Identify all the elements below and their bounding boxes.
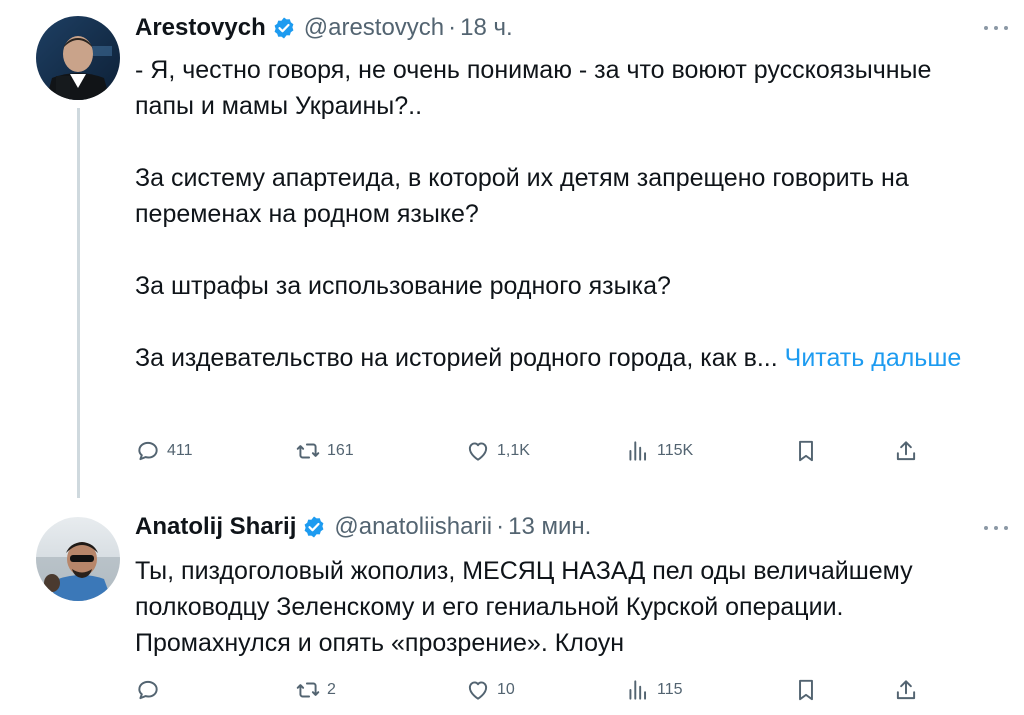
- share-button[interactable]: [893, 675, 925, 705]
- reply-icon: [138, 680, 158, 700]
- verified-badge-icon: [304, 516, 324, 538]
- views-chart-icon: [629, 441, 647, 461]
- views-button[interactable]: 115K: [625, 436, 693, 466]
- retweet-count: 161: [327, 442, 354, 459]
- reply-icon: [138, 441, 158, 461]
- paragraph: - Я, честно говоря, не очень понимаю - з…: [135, 56, 932, 120]
- action-bar: 2 10 115: [135, 675, 935, 705]
- timestamp[interactable]: 18 ч.: [460, 13, 513, 43]
- views-count: 115: [657, 681, 683, 698]
- thread-line: [77, 108, 80, 498]
- like-count: 10: [497, 681, 515, 698]
- tweet-header: Anatolij Sharij @anatoliisharii · 13 мин…: [135, 512, 591, 542]
- avatar-image: [36, 517, 120, 601]
- bookmark-button[interactable]: [793, 436, 825, 466]
- tweet-header: Arestovych @arestovych · 18 ч.: [135, 13, 513, 43]
- heart-icon: [468, 681, 488, 700]
- handle[interactable]: @arestovych: [304, 13, 444, 43]
- retweet-button[interactable]: 2: [295, 675, 336, 705]
- more-options-icon[interactable]: [980, 518, 1012, 538]
- paragraph: За штрафы за использование родного языка…: [135, 272, 671, 300]
- paragraph: Ты, пиздоголовый жополиз, МЕСЯЦ НАЗАД пе…: [135, 557, 913, 657]
- tweet-text: - Я, честно говоря, не очень понимаю - з…: [135, 52, 995, 376]
- action-bar: 411 161 1,1K 115K: [135, 436, 935, 466]
- retweet-count: 2: [327, 681, 336, 698]
- paragraph-truncated: За издевательство на историей родного го…: [135, 340, 995, 376]
- share-button[interactable]: [893, 436, 925, 466]
- paragraph: За систему апартеида, в которой их детям…: [135, 164, 909, 228]
- read-more-link[interactable]: Читать дальше: [785, 344, 962, 372]
- tweet-arestovych[interactable]: Arestovych @arestovych · 18 ч. - Я, чест…: [0, 0, 1024, 500]
- verified-badge-icon: [274, 17, 294, 39]
- reply-button[interactable]: 411: [135, 436, 193, 466]
- bookmark-icon: [799, 679, 813, 701]
- bookmark-button[interactable]: [793, 675, 825, 705]
- separator-dot: ·: [496, 513, 505, 540]
- retweet-icon: [296, 443, 320, 459]
- like-count: 1,1K: [497, 442, 530, 459]
- views-chart-icon: [629, 680, 647, 700]
- views-button[interactable]: 115: [625, 675, 683, 705]
- display-name[interactable]: Arestovych: [135, 13, 266, 43]
- share-icon: [896, 680, 916, 700]
- more-options-icon[interactable]: [980, 18, 1012, 38]
- share-icon: [896, 441, 916, 461]
- bookmark-icon: [799, 440, 813, 462]
- retweet-icon: [296, 682, 320, 698]
- handle[interactable]: @anatoliisharii: [334, 512, 492, 542]
- timestamp[interactable]: 13 мин.: [508, 512, 591, 542]
- like-button[interactable]: 10: [465, 675, 515, 705]
- reply-count: 411: [167, 442, 193, 459]
- avatar-arestovych[interactable]: [36, 16, 120, 100]
- paragraph: За издевательство на историей родного го…: [135, 344, 778, 372]
- reply-button[interactable]: [135, 675, 167, 705]
- display-name[interactable]: Anatolij Sharij: [135, 512, 296, 542]
- heart-icon: [468, 442, 488, 461]
- tweet-text: Ты, пиздоголовый жополиз, МЕСЯЦ НАЗАД пе…: [135, 553, 995, 661]
- like-button[interactable]: 1,1K: [465, 436, 530, 466]
- views-count: 115K: [657, 442, 694, 459]
- retweet-button[interactable]: 161: [295, 436, 354, 466]
- avatar-sharij[interactable]: [36, 517, 120, 601]
- avatar-image: [36, 16, 120, 100]
- separator-dot: ·: [448, 14, 457, 41]
